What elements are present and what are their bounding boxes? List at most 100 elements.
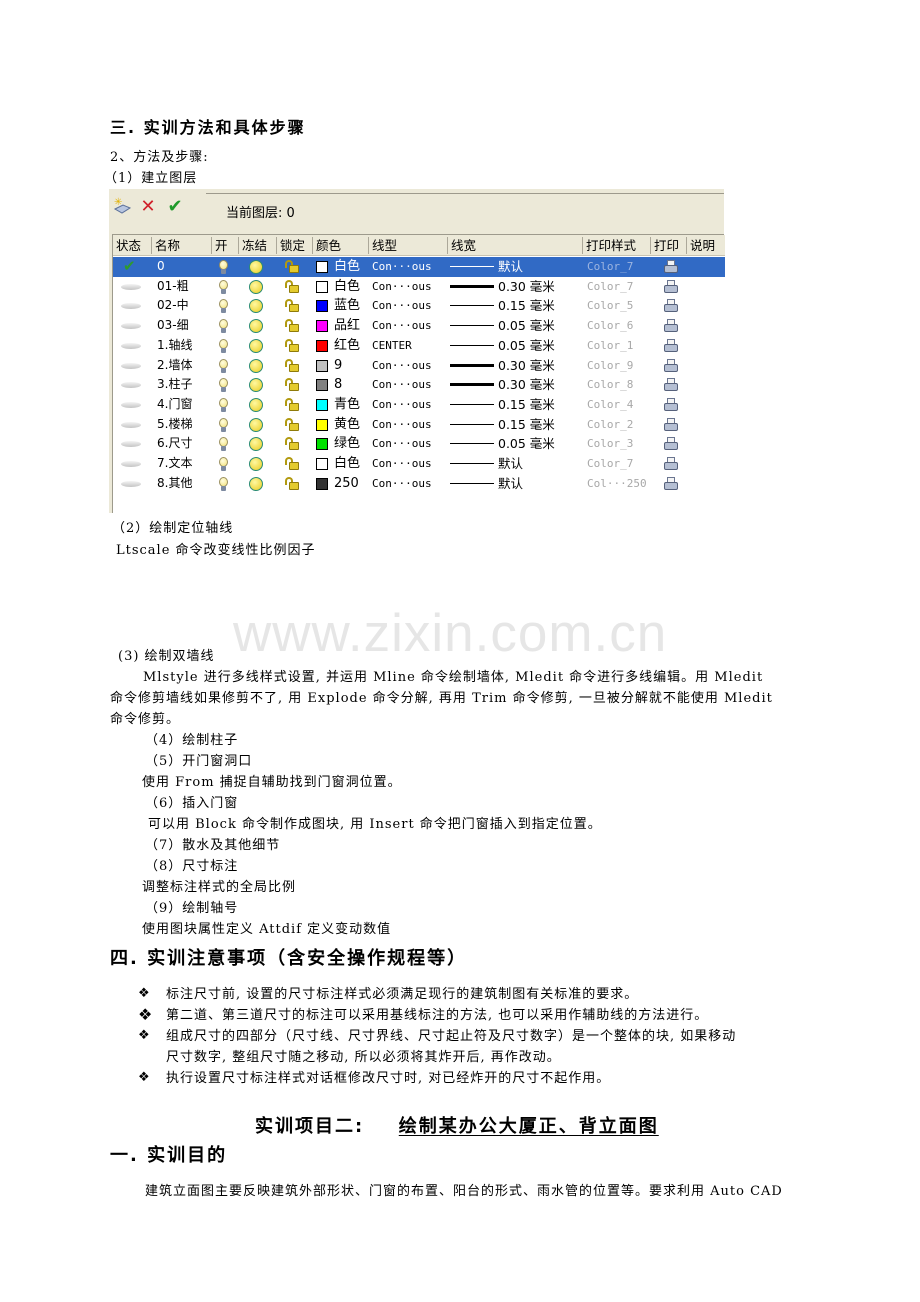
sun-thawed-icon[interactable]	[249, 378, 263, 393]
layer-row[interactable]: 6.尺寸 绿色 Con···ous 0.05 毫米 Color_3	[113, 434, 725, 454]
layer-name[interactable]: 0	[157, 257, 165, 277]
sun-thawed-icon[interactable]	[249, 260, 263, 274]
color-name[interactable]: 蓝色	[334, 296, 360, 316]
layer-name[interactable]: 8.其他	[157, 474, 192, 494]
layer-row[interactable]: 4.门窗 青色 Con···ous 0.15 毫米 Color_4	[113, 395, 725, 415]
sun-thawed-icon[interactable]	[249, 457, 263, 471]
sun-thawed-icon[interactable]	[249, 279, 263, 294]
delete-layer-icon[interactable]: ✕	[138, 196, 158, 217]
layer-name[interactable]: 3.柱子	[157, 375, 192, 395]
sun-thawed-icon[interactable]	[249, 476, 263, 491]
color-swatch[interactable]	[316, 300, 328, 313]
printer-icon[interactable]	[663, 299, 679, 313]
lineweight-value[interactable]: 0.15 毫米	[498, 296, 555, 316]
layer-name[interactable]: 4.门窗	[157, 395, 192, 415]
lineweight-value[interactable]: 默认	[498, 474, 523, 494]
layer-row[interactable]: 2.墙体 9 Con···ous 0.30 毫米 Color_9	[113, 356, 725, 376]
color-swatch[interactable]	[316, 379, 328, 392]
layer-row[interactable]: 01-粗 白色 Con···ous 0.30 毫米 Color_7	[113, 277, 725, 297]
layer-name[interactable]: 01-粗	[157, 277, 189, 297]
linetype[interactable]: CENTER	[372, 336, 412, 356]
unlock-icon[interactable]	[285, 299, 299, 313]
unlock-icon[interactable]	[285, 397, 299, 411]
col-header-status[interactable]: 状态	[113, 237, 151, 254]
printer-icon[interactable]	[663, 358, 679, 373]
col-header-lock[interactable]: 锁定	[276, 237, 312, 254]
printer-icon[interactable]	[663, 279, 679, 294]
sun-thawed-icon[interactable]	[249, 338, 263, 353]
linetype[interactable]: Con···ous	[372, 356, 432, 376]
color-name[interactable]: 250	[334, 474, 359, 494]
printer-icon[interactable]	[663, 319, 679, 333]
lineweight-value[interactable]: 0.30 毫米	[498, 356, 555, 376]
layer-name[interactable]: 03-细	[157, 316, 189, 336]
col-header-linetype[interactable]: 线型	[368, 237, 447, 254]
unlock-icon[interactable]	[285, 437, 299, 451]
layer-row[interactable]: 02-中 蓝色 Con···ous 0.15 毫米 Color_5	[113, 296, 725, 316]
col-header-freeze[interactable]: 冻结	[238, 237, 276, 254]
color-swatch[interactable]	[316, 477, 328, 490]
unlock-icon[interactable]	[285, 358, 299, 372]
unlock-icon[interactable]	[285, 279, 299, 293]
color-name[interactable]: 青色	[334, 395, 360, 415]
set-current-icon[interactable]: ✔	[165, 196, 185, 217]
col-header-plot[interactable]: 打印	[650, 237, 686, 254]
color-swatch[interactable]	[316, 438, 328, 451]
unlock-icon[interactable]	[285, 457, 299, 470]
col-header-color[interactable]: 颜色	[312, 237, 368, 254]
linetype[interactable]: Con···ous	[372, 375, 432, 395]
color-swatch[interactable]	[316, 280, 328, 293]
linetype[interactable]: Con···ous	[372, 454, 432, 474]
col-header-name[interactable]: 名称	[151, 237, 207, 254]
color-name[interactable]: 白色	[334, 277, 360, 297]
printer-icon[interactable]	[663, 457, 679, 471]
layer-row[interactable]: 3.柱子 8 Con···ous 0.30 毫米 Color_8	[113, 375, 725, 395]
sun-thawed-icon[interactable]	[249, 437, 263, 452]
printer-icon[interactable]	[663, 437, 679, 451]
col-header-lineweight[interactable]: 线宽	[447, 237, 582, 254]
linetype[interactable]: Con···ous	[372, 415, 432, 435]
color-swatch[interactable]	[316, 458, 328, 470]
lineweight-value[interactable]: 0.05 毫米	[498, 336, 555, 356]
layer-row[interactable]: 5.楼梯 黄色 Con···ous 0.15 毫米 Color_2	[113, 415, 725, 435]
unlock-icon[interactable]	[285, 378, 299, 392]
lineweight-value[interactable]: 0.30 毫米	[498, 375, 555, 395]
linetype[interactable]: Con···ous	[372, 277, 432, 297]
unlock-icon[interactable]	[285, 338, 299, 352]
unlock-icon[interactable]	[285, 319, 299, 333]
layer-row[interactable]: 7.文本 白色 Con···ous 默认 Color_7	[113, 454, 725, 474]
color-name[interactable]: 绿色	[334, 434, 360, 454]
new-layer-icon[interactable]: ✳	[112, 196, 132, 216]
color-swatch[interactable]	[316, 418, 328, 431]
printer-icon[interactable]	[663, 417, 679, 432]
linetype[interactable]: Con···ous	[372, 395, 432, 415]
layer-name[interactable]: 02-中	[157, 296, 189, 316]
linetype[interactable]: Con···ous	[372, 257, 432, 277]
color-name[interactable]: 品红	[334, 316, 360, 336]
col-header-on[interactable]: 开	[211, 237, 238, 254]
layer-name[interactable]: 2.墙体	[157, 356, 192, 376]
col-header-plot-style[interactable]: 打印样式	[582, 237, 650, 254]
lineweight-value[interactable]: 0.05 毫米	[498, 434, 555, 454]
layer-row[interactable]: 8.其他 250 Con···ous 默认 Col···250	[113, 474, 725, 494]
color-name[interactable]: 8	[334, 375, 342, 395]
color-swatch[interactable]	[316, 398, 328, 411]
color-name[interactable]: 白色	[334, 257, 360, 277]
color-name[interactable]: 红色	[334, 336, 360, 356]
color-swatch[interactable]	[316, 320, 328, 333]
color-name[interactable]: 9	[334, 356, 342, 376]
lineweight-value[interactable]: 0.15 毫米	[498, 415, 555, 435]
lineweight-value[interactable]: 0.05 毫米	[498, 316, 555, 336]
sun-thawed-icon[interactable]	[249, 397, 263, 412]
linetype[interactable]: Con···ous	[372, 434, 432, 454]
lineweight-value[interactable]: 0.30 毫米	[498, 277, 555, 297]
color-swatch[interactable]	[316, 359, 328, 372]
layer-row[interactable]: ✔ 0 白色 Con···ous 默认 Color_7	[113, 257, 725, 277]
color-name[interactable]: 白色	[334, 454, 360, 474]
sun-thawed-icon[interactable]	[249, 319, 263, 334]
color-name[interactable]: 黄色	[334, 415, 360, 435]
color-swatch[interactable]	[316, 339, 328, 352]
layer-row[interactable]: 1.轴线 红色 CENTER 0.05 毫米 Color_1	[113, 336, 725, 356]
color-swatch[interactable]	[316, 261, 328, 273]
sun-thawed-icon[interactable]	[249, 299, 263, 314]
